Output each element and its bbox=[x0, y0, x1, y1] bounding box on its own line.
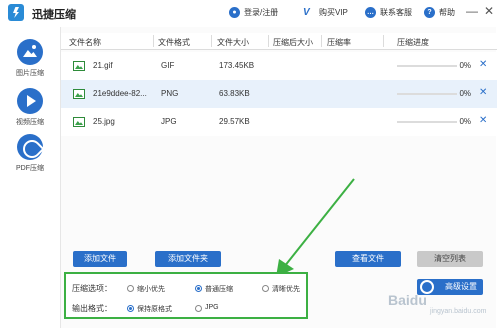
compress-options-label: 压缩选项： bbox=[72, 284, 112, 293]
remove-file-button[interactable]: ✕ bbox=[479, 87, 487, 98]
radio-jpg[interactable] bbox=[195, 305, 202, 312]
table-row[interactable]: 21e9ddee-82... PNG 63.83KB 0% ✕ bbox=[61, 80, 497, 108]
title-bar: 迅捷压缩 ● 登录/注册 V 购买VIP … 联系客服 ? 帮助 — ✕ bbox=[0, 0, 500, 27]
advanced-settings-button[interactable]: 高级设置 bbox=[417, 279, 483, 295]
file-format: PNG bbox=[161, 89, 179, 98]
file-name: 21e9ddee-82... bbox=[93, 89, 147, 98]
column-divider bbox=[153, 35, 154, 47]
radio-label: JPG bbox=[205, 304, 219, 311]
radio-smaller-first[interactable] bbox=[127, 285, 134, 292]
column-header-ratio[interactable]: 压缩率 bbox=[327, 37, 351, 48]
sidebar-item-image-compress[interactable]: 图片压缩 bbox=[0, 39, 60, 78]
user-icon: ● bbox=[229, 7, 240, 18]
close-button[interactable]: ✕ bbox=[484, 4, 494, 18]
table-row[interactable]: 25.jpg JPG 29.57KB 0% ✕ bbox=[61, 108, 497, 136]
app-title: 迅捷压缩 bbox=[32, 9, 76, 21]
column-divider bbox=[211, 35, 212, 47]
add-file-button[interactable]: 添加文件 bbox=[73, 251, 127, 267]
image-file-icon bbox=[73, 117, 85, 127]
remove-file-button[interactable]: ✕ bbox=[479, 59, 487, 70]
radio-label: 保持原格式 bbox=[137, 306, 172, 313]
sidebar-item-pdf-compress[interactable]: PDF压缩 bbox=[0, 134, 60, 173]
watermark: Baidu bbox=[388, 292, 427, 308]
contact-service-link[interactable]: … 联系客服 bbox=[365, 7, 412, 18]
radio-label: 普通压缩 bbox=[205, 286, 233, 293]
vip-label: 购买VIP bbox=[319, 8, 348, 17]
progress-percent: 0% bbox=[459, 117, 471, 126]
watermark-sub: jingyan.baidu.com bbox=[430, 308, 487, 315]
table-row[interactable]: 21.gif GIF 173.45KB 0% ✕ bbox=[61, 52, 497, 80]
login-label: 登录/注册 bbox=[244, 8, 279, 17]
column-header-compressed-size[interactable]: 压缩后大小 bbox=[273, 37, 313, 48]
file-size: 173.45KB bbox=[219, 61, 255, 70]
chat-icon: … bbox=[365, 7, 376, 18]
file-format: JPG bbox=[161, 117, 177, 126]
image-file-icon bbox=[73, 61, 85, 71]
help-icon: ? bbox=[424, 7, 435, 18]
column-header-name[interactable]: 文件名称 bbox=[69, 37, 101, 48]
service-label: 联系客服 bbox=[380, 8, 412, 17]
minimize-button[interactable]: — bbox=[466, 4, 478, 18]
sidebar-item-label: 视频压缩 bbox=[16, 119, 44, 126]
sidebar-item-label: PDF压缩 bbox=[16, 165, 44, 172]
radio-normal-compress[interactable] bbox=[195, 285, 202, 292]
advanced-settings-label: 高级设置 bbox=[445, 282, 477, 291]
column-header-progress[interactable]: 压缩进度 bbox=[397, 37, 429, 48]
progress-percent: 0% bbox=[459, 89, 471, 98]
output-format-label: 输出格式： bbox=[72, 304, 112, 313]
file-size: 63.83KB bbox=[219, 89, 250, 98]
vip-icon: V bbox=[303, 7, 310, 18]
file-size: 29.57KB bbox=[219, 117, 250, 126]
file-name: 25.jpg bbox=[93, 117, 115, 126]
help-link[interactable]: ? 帮助 bbox=[424, 7, 455, 18]
column-header-size[interactable]: 文件大小 bbox=[217, 37, 249, 48]
annotation-arrow bbox=[276, 178, 355, 277]
app-logo-icon bbox=[8, 4, 24, 21]
progress-bar bbox=[397, 121, 457, 123]
file-name: 21.gif bbox=[93, 61, 113, 70]
pdf-icon bbox=[17, 134, 43, 160]
progress-bar bbox=[397, 93, 457, 95]
sidebar-item-video-compress[interactable]: 视频压缩 bbox=[0, 88, 60, 127]
sidebar-item-label: 图片压缩 bbox=[16, 70, 44, 77]
column-header-format[interactable]: 文件格式 bbox=[158, 37, 190, 48]
compression-options-panel: 压缩选项： 缩小优先 普通压缩 清晰优先 输出格式： 保持原格式 JPG bbox=[64, 272, 308, 319]
column-divider bbox=[268, 35, 269, 47]
radio-label: 清晰优先 bbox=[272, 286, 300, 293]
login-link[interactable]: ● 登录/注册 bbox=[229, 7, 278, 18]
column-divider bbox=[383, 35, 384, 47]
add-folder-button[interactable]: 添加文件夹 bbox=[155, 251, 221, 267]
play-icon bbox=[17, 88, 43, 114]
progress-bar bbox=[397, 65, 457, 67]
radio-clarity-first[interactable] bbox=[262, 285, 269, 292]
remove-file-button[interactable]: ✕ bbox=[479, 115, 487, 126]
table-header: 文件名称 文件格式 文件大小 压缩后大小 压缩率 压缩进度 bbox=[61, 33, 497, 50]
radio-label: 缩小优先 bbox=[137, 286, 165, 293]
sidebar: 图片压缩 视频压缩 PDF压缩 bbox=[0, 27, 60, 328]
image-icon bbox=[17, 39, 43, 65]
image-file-icon bbox=[73, 89, 85, 99]
radio-keep-format[interactable] bbox=[127, 305, 134, 312]
progress-percent: 0% bbox=[459, 61, 471, 70]
clear-list-button[interactable]: 清空列表 bbox=[417, 251, 483, 267]
file-format: GIF bbox=[161, 61, 175, 70]
buy-vip-link[interactable]: V 购买VIP bbox=[303, 7, 348, 18]
help-label: 帮助 bbox=[439, 8, 455, 17]
column-divider bbox=[321, 35, 322, 47]
